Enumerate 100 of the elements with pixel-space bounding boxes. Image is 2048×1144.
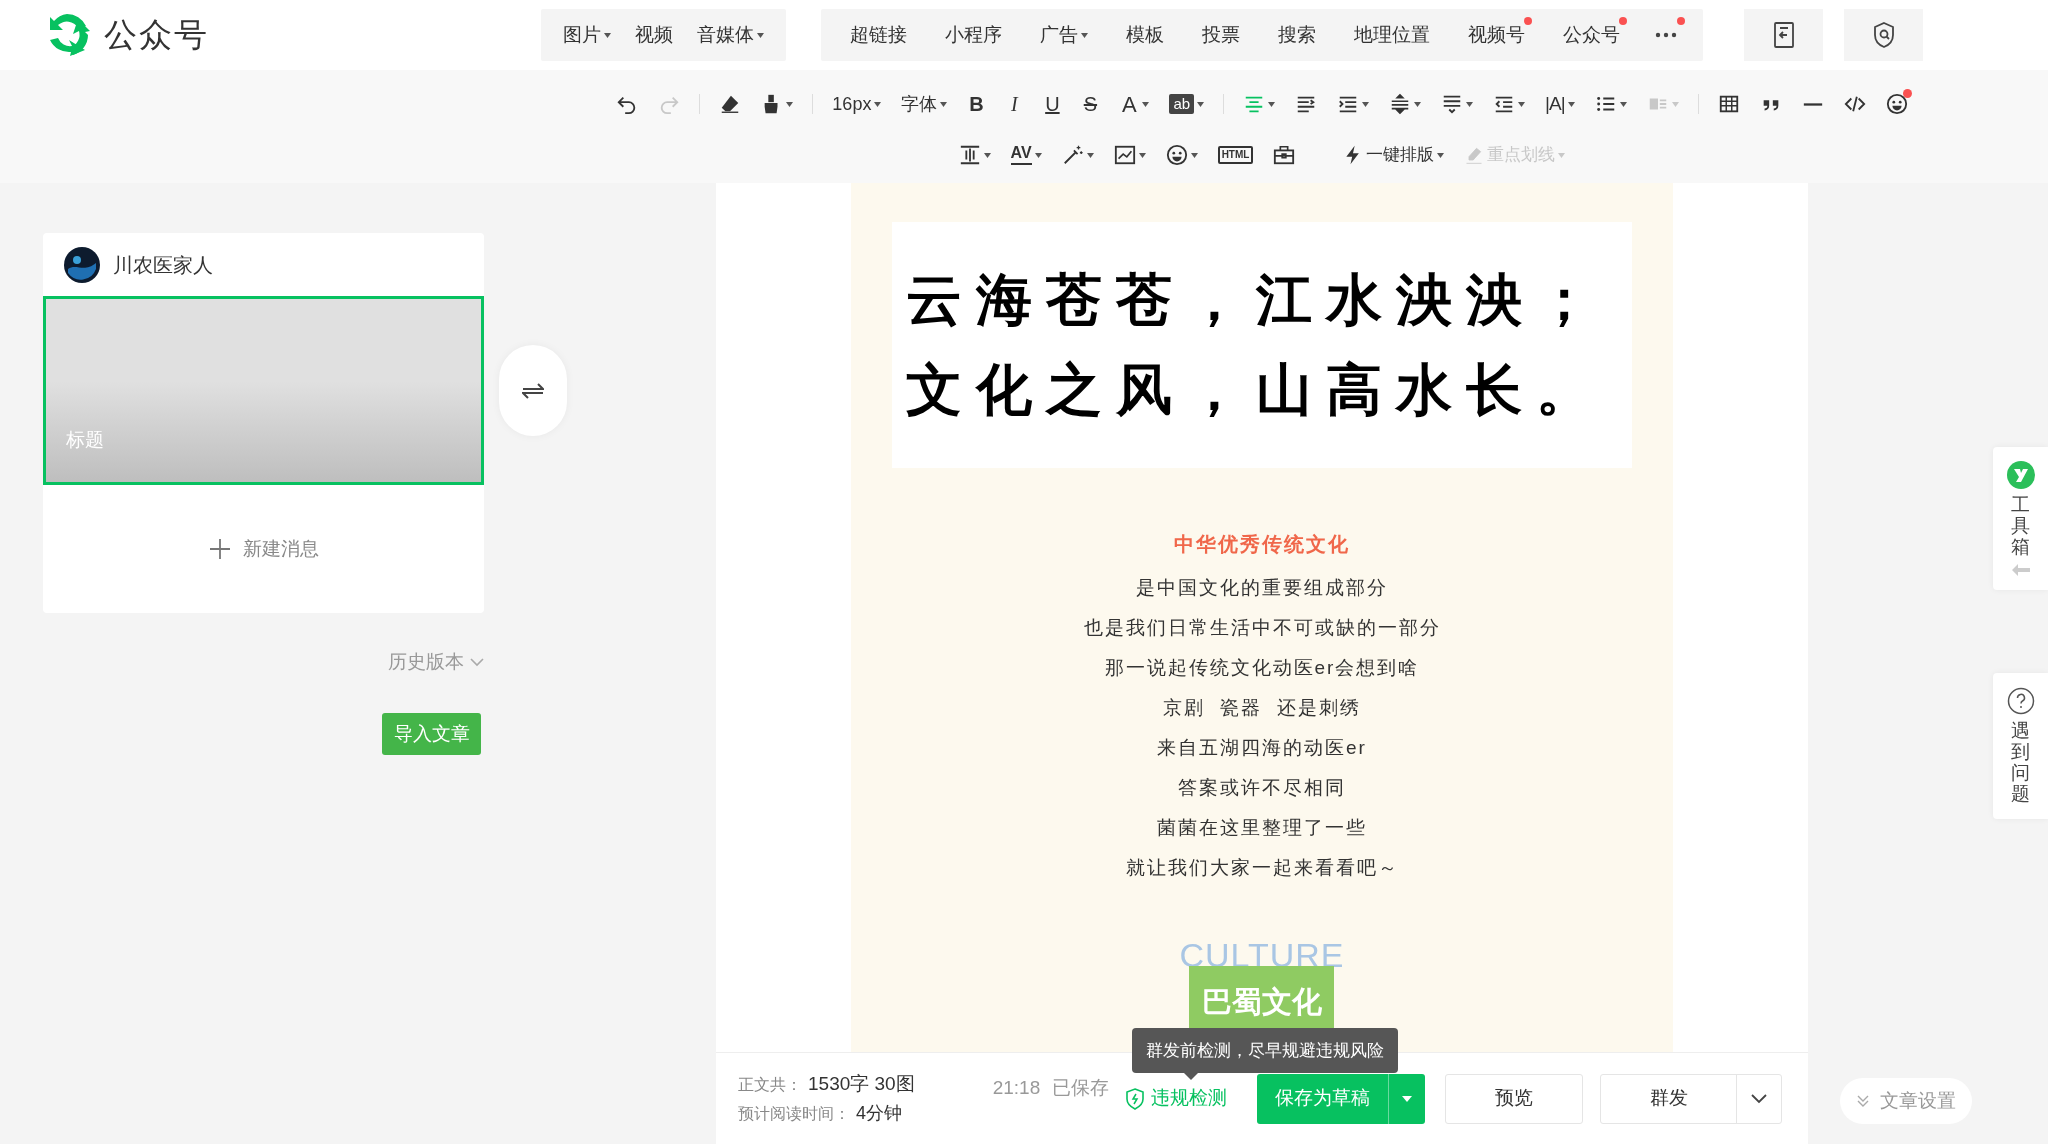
caret-icon (983, 152, 991, 158)
reading-time-label: 预计阅读时间： (738, 1104, 850, 1125)
nav-tab[interactable]: 地理位置 (1335, 9, 1449, 61)
letter-spacing-button[interactable]: AV (1010, 145, 1042, 165)
logo-text: 公众号 (104, 15, 209, 56)
caret-icon (1138, 152, 1146, 158)
horizontal-rule-button[interactable] (1801, 102, 1824, 106)
paragraph-text: 就让我们大家一起来看看吧～ (1125, 856, 1399, 880)
font-setting[interactable]: 16px (832, 90, 882, 118)
caret-icon (1086, 152, 1094, 158)
underline-button[interactable]: U (1043, 89, 1062, 119)
magic-wand-button[interactable] (1061, 144, 1094, 166)
smiley-icon (1165, 144, 1188, 166)
document-exit-button[interactable] (1744, 9, 1823, 61)
html-button[interactable]: HTML (1217, 146, 1254, 164)
paragraph-text: 菌菌在这里整理了一些 (1157, 816, 1367, 840)
caret-icon (1402, 1095, 1413, 1102)
spacing-button[interactable] (958, 144, 991, 166)
nav-tab[interactable]: 超链接 (831, 9, 926, 61)
paragraph-text: 那一说起传统文化动医er会想到啥 (1104, 656, 1420, 680)
preview-button[interactable]: 预览 (1445, 1073, 1584, 1124)
nav-tab[interactable]: 音媒体 (685, 9, 776, 61)
shield-search-icon (1872, 22, 1895, 48)
nav-tab[interactable]: 搜索 (1259, 9, 1335, 61)
toolbox-tab[interactable]: 工具箱 (1993, 447, 2048, 590)
table-icon (1717, 93, 1740, 115)
chevron-down-icon (470, 657, 484, 667)
word-count-value: 1530字 30图 (808, 1071, 915, 1096)
marker-icon (1464, 145, 1485, 165)
emoji-icon (1885, 93, 1908, 115)
shield-button[interactable] (1844, 9, 1923, 61)
caret-icon (1466, 101, 1474, 107)
nav-tab[interactable]: 视频号 (1449, 9, 1544, 61)
caret-icon (1081, 32, 1088, 38)
plus-icon (208, 538, 231, 560)
horizontal-rule-icon (1801, 102, 1824, 106)
help-icon (2006, 687, 2035, 715)
caret-icon (1671, 101, 1679, 107)
font-color-button[interactable]: A (1119, 87, 1150, 121)
paragraph-text: 京剧 瓷器 还是刺绣 (1163, 696, 1361, 720)
italic-button[interactable]: I (1005, 89, 1024, 119)
help-tab[interactable]: 遇到问题 (1993, 673, 2048, 819)
caret-icon (1197, 101, 1205, 107)
smiley-button[interactable] (1165, 144, 1198, 166)
caret-icon (1414, 101, 1422, 107)
strikethrough-button[interactable]: S (1081, 89, 1100, 119)
account-name: 川农医家人 (113, 252, 213, 278)
ellipsis-icon (1655, 32, 1677, 38)
caret-icon (1567, 101, 1575, 107)
nav-tab[interactable]: 视频 (623, 9, 685, 61)
font-setting[interactable]: 字体 (901, 90, 948, 118)
double-chevron-icon (1856, 1094, 1870, 1108)
paragraph-text: 是中国文化的重要组成部分 (1136, 576, 1388, 600)
headline-text: 文化之风，山高水长。 (906, 357, 1607, 423)
caret-icon (1362, 101, 1370, 107)
line-height-button[interactable] (1389, 93, 1422, 115)
caret-icon (1142, 101, 1150, 107)
image-icon (1113, 144, 1136, 166)
spacing-icon (958, 144, 981, 166)
tooltip: 群发前检测，尽早规避违规风险 (1132, 1028, 1398, 1073)
nav-tab[interactable]: 投票 (1183, 9, 1259, 61)
caret-icon (1619, 101, 1627, 107)
left-arrow-icon (2011, 563, 2030, 576)
nav-tab[interactable]: 模板 (1107, 9, 1183, 61)
caret-icon (874, 101, 882, 107)
letter-fit-button[interactable]: |A| (1545, 89, 1575, 119)
reading-time-value: 4分钟 (856, 1102, 902, 1126)
nav-tab[interactable]: 公众号 (1544, 9, 1639, 61)
save-time: 21:18 (992, 1076, 1041, 1101)
paragraph-text: 答案或许不尽相同 (1178, 776, 1346, 800)
new-message-button[interactable]: 新建消息 (43, 485, 484, 613)
caret-icon (786, 101, 794, 107)
paragraph-spacing-button[interactable] (1441, 93, 1474, 115)
caret-icon (757, 32, 764, 38)
paragraph-text: 也是我们日常生活中不可或缺的一部分 (1083, 616, 1441, 640)
paragraph-text: 来自五湖四海的动医er (1157, 736, 1367, 760)
swap-arrows-icon (522, 381, 544, 400)
subtitle: 中华优秀传统文化 (1174, 532, 1350, 557)
chevron-down-icon (1751, 1093, 1768, 1104)
toolbox-icon (1273, 144, 1296, 166)
nav-tab[interactable]: 广告 (1021, 9, 1107, 61)
auto-layout-button[interactable]: 一键排版 (1343, 142, 1445, 168)
caret-icon (604, 32, 611, 38)
avatar (64, 246, 100, 283)
table-button[interactable] (1717, 93, 1740, 115)
toolbox-logo-icon (2006, 461, 2035, 489)
toolbox-button[interactable] (1273, 144, 1296, 166)
caret-icon (1558, 152, 1566, 158)
nav-tab[interactable]: 图片 (551, 9, 623, 61)
nav-tab[interactable]: 小程序 (926, 9, 1021, 61)
caret-icon (1034, 152, 1042, 158)
word-count-label: 正文共： (738, 1074, 802, 1095)
caret-icon (940, 101, 948, 107)
save-status: 已保存 (1052, 1076, 1110, 1101)
image-button[interactable] (1113, 144, 1146, 166)
caret-icon (1190, 152, 1198, 158)
caret-icon (1437, 152, 1445, 158)
bold-button[interactable]: B (967, 89, 986, 119)
magic-wand-icon (1061, 144, 1084, 166)
headline-text: 云海苍苍，江水泱泱； (906, 267, 1607, 333)
